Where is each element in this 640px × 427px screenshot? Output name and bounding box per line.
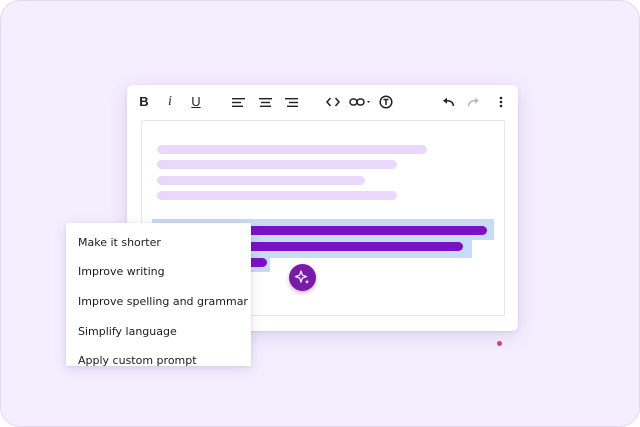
italic-button[interactable]: i	[164, 93, 176, 111]
code-button[interactable]	[325, 93, 341, 111]
more-vertical-icon	[499, 96, 503, 108]
menu-item-simplify-language[interactable]: Simplify language	[78, 322, 177, 342]
align-left-button[interactable]	[231, 93, 245, 111]
placeholder-text-line	[157, 145, 427, 154]
align-left-icon	[231, 97, 245, 107]
ai-assistant-button[interactable]	[289, 264, 316, 291]
redo-button[interactable]	[466, 93, 482, 111]
code-icon	[326, 97, 340, 107]
more-options-button[interactable]	[495, 93, 507, 111]
link-icon	[349, 98, 370, 106]
menu-item-apply-custom-prompt[interactable]: Apply custom prompt	[78, 351, 197, 366]
placeholder-text-line	[157, 191, 397, 200]
align-center-icon	[258, 97, 272, 107]
ai-prompt-menu: Make it shorter Improve writing Improve …	[66, 223, 251, 366]
align-right-icon	[284, 97, 298, 107]
ai-tool-icon	[379, 95, 393, 109]
menu-item-make-shorter[interactable]: Make it shorter	[78, 233, 161, 253]
placeholder-text-line	[157, 176, 365, 185]
undo-icon	[443, 97, 455, 107]
align-center-button[interactable]	[258, 93, 272, 111]
ai-tool-button[interactable]	[378, 93, 394, 111]
link-button[interactable]	[349, 93, 371, 111]
sparkle-icon	[294, 270, 310, 285]
editor-toolbar: B i U	[127, 85, 518, 118]
placeholder-text-line	[157, 160, 397, 169]
page-background: B i U Make it shorter Improve writing Im…	[0, 0, 640, 427]
menu-item-improve-writing[interactable]: Improve writing	[78, 262, 165, 282]
menu-item-improve-spelling-grammar[interactable]: Improve spelling and grammar	[78, 292, 248, 312]
bold-button[interactable]: B	[138, 93, 150, 111]
redo-icon	[467, 97, 479, 107]
align-right-button[interactable]	[284, 93, 298, 111]
underline-button[interactable]: U	[190, 93, 202, 111]
accent-dot	[497, 341, 502, 346]
undo-button[interactable]	[440, 93, 456, 111]
